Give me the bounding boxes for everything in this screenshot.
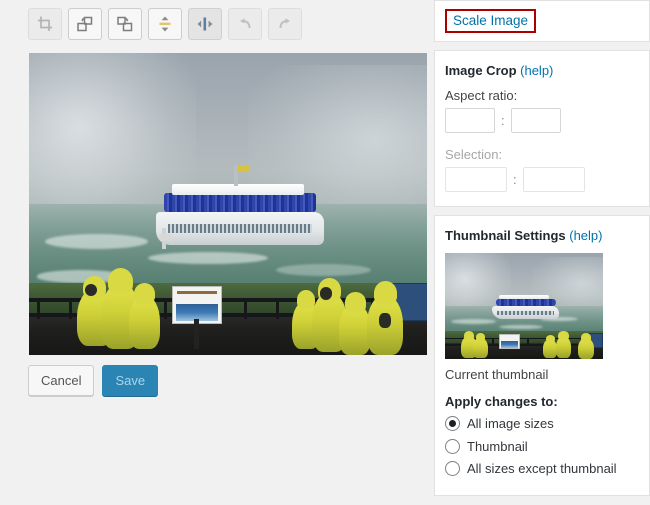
railing-post: [164, 297, 168, 319]
scale-image-link[interactable]: Scale Image: [445, 8, 537, 34]
settings-column: Scale Image Image Crop (help) Aspect rat…: [434, 0, 650, 496]
selection-label: Selection:: [445, 147, 503, 162]
aspect-ratio-label: Aspect ratio:: [445, 88, 518, 103]
radio-thumbnail-label[interactable]: Thumbnail: [467, 438, 528, 456]
boat-bow-flag: [160, 234, 171, 241]
boat-passengers-blue: [495, 298, 556, 306]
image-edit-toolbar: [28, 8, 302, 40]
redo-button[interactable]: [268, 8, 302, 40]
visitor-head: [84, 284, 97, 297]
boat-upper-deck: [498, 295, 550, 300]
flip-horizontal-button[interactable]: [188, 8, 222, 40]
editor-column: Cancel Save: [0, 0, 430, 505]
image-canvas[interactable]: [29, 53, 427, 355]
thumbnail-caption: Current thumbnail: [445, 367, 549, 382]
thumbnail-settings-title: Thumbnail Settings: [445, 228, 566, 243]
cancel-button[interactable]: Cancel: [28, 365, 95, 396]
rotate-left-button[interactable]: [68, 8, 102, 40]
selection-width-input[interactable]: [445, 167, 507, 192]
scale-image-panel: Scale Image: [434, 0, 650, 42]
visitor-head: [379, 312, 392, 328]
boat-passengers-blue: [164, 193, 316, 213]
radio-all-image-sizes-label[interactable]: All image sizes: [467, 415, 554, 433]
selection-separator: :: [513, 172, 517, 187]
radio-thumbnail-icon[interactable]: [445, 438, 460, 454]
boat-windows: [168, 223, 312, 234]
aspect-ratio-separator: :: [501, 113, 505, 128]
image-crop-help-link[interactable]: (help): [520, 63, 553, 78]
undo-button[interactable]: [228, 8, 262, 40]
railing-post: [492, 337, 494, 347]
image-crop-heading: Image Crop (help): [445, 63, 639, 78]
railing-post: [243, 297, 247, 319]
image-editor-page: Cancel Save Scale Image Image Crop (help…: [0, 0, 650, 505]
railing-post: [275, 297, 279, 319]
thumbnail-settings-panel: Thumbnail Settings (help) Current thumbn…: [434, 215, 650, 496]
crop-button[interactable]: [28, 8, 62, 40]
selection-height-input[interactable]: [522, 167, 585, 192]
visitor-poncho: [555, 330, 572, 358]
visitor-poncho: [128, 282, 161, 349]
save-button[interactable]: Save: [102, 365, 159, 396]
thumbnail-settings-heading: Thumbnail Settings (help): [445, 228, 639, 243]
thumbnail-scene: [445, 253, 603, 359]
editor-action-buttons: Cancel Save: [28, 365, 159, 396]
radio-option-thumbnail[interactable]: Thumbnail: [445, 438, 639, 456]
aspect-ratio-fields: :: [445, 108, 639, 133]
sign-post: [194, 318, 199, 349]
flip-vertical-button[interactable]: [148, 8, 182, 40]
aspect-ratio-width-input[interactable]: [445, 108, 495, 133]
thumbnail-settings-help-link[interactable]: (help): [569, 228, 602, 243]
aspect-ratio-height-input[interactable]: [510, 108, 561, 133]
visitor-head: [319, 287, 333, 300]
boat-flag: [237, 164, 250, 172]
radio-all-image-sizes-icon[interactable]: [445, 416, 460, 431]
boat-upper-deck: [172, 184, 304, 196]
boat-windows: [497, 311, 554, 315]
visitor-poncho: [473, 333, 488, 358]
foam: [451, 318, 496, 325]
radio-option-all-except-thumbnail[interactable]: All sizes except thumbnail: [445, 460, 639, 478]
image-scene: [29, 53, 427, 355]
thumbnail-preview: [445, 253, 603, 359]
image-crop-title: Image Crop: [445, 63, 517, 78]
apply-changes-title: Apply changes to:: [445, 394, 558, 409]
railing-post: [68, 297, 72, 319]
railing-post: [527, 337, 529, 347]
interpretive-sign: [498, 333, 520, 350]
image-crop-panel: Image Crop (help) Aspect ratio: : Select…: [434, 50, 650, 207]
radio-all-except-thumbnail-icon[interactable]: [445, 461, 460, 477]
railing-post: [36, 297, 40, 319]
radio-all-except-thumbnail-label[interactable]: All sizes except thumbnail: [467, 460, 617, 478]
rotate-right-button[interactable]: [108, 8, 142, 40]
radio-option-all-image-sizes[interactable]: All image sizes: [445, 415, 639, 433]
selection-fields: :: [445, 167, 639, 192]
visitor-poncho: [577, 333, 594, 359]
